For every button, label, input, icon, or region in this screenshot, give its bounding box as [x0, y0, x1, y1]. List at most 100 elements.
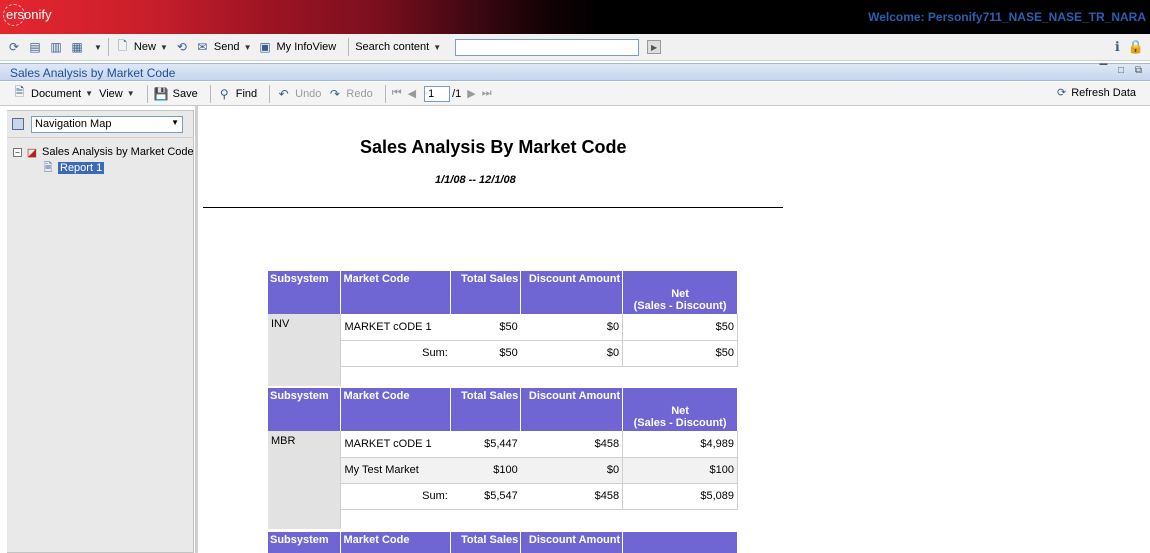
table-row: INV MARKET cODE 1 $50 $0 $50 — [268, 314, 738, 386]
search-input[interactable] — [455, 38, 640, 56]
infoview-icon: ▣ — [259, 40, 271, 54]
col-header-total-sales: Total Sales — [450, 532, 522, 553]
last-page-button[interactable]: ⏭ — [482, 87, 492, 100]
home-icon[interactable]: ⟳ — [6, 39, 22, 55]
net-cell: $100 — [622, 457, 738, 484]
chevron-down-icon: ▼ — [85, 89, 94, 98]
dashboard-dropdown-icon[interactable]: ▼ — [94, 43, 102, 52]
new-button-label: New — [133, 41, 156, 53]
report-canvas: Sales Analysis By Market Code 1/1/08 -- … — [198, 107, 1150, 553]
save-button[interactable]: 💾 Save — [154, 86, 198, 101]
save-icon: 💾 — [153, 86, 169, 101]
col-header-net-line2: (Sales - Discount) — [633, 300, 727, 312]
navigation-map-icon — [12, 118, 24, 130]
toolbar-divider — [146, 84, 148, 103]
toolbar-divider — [348, 38, 350, 56]
help-icon[interactable]: ℹ — [1115, 39, 1120, 55]
navigation-panel: Navigation Map ▼ − ◪ Sales Analysis by M… — [7, 110, 194, 553]
report-table-mbr: Subsystem Market Code Total Sales Discou… — [268, 388, 738, 529]
view-menu-label: View — [99, 87, 123, 100]
chevron-down-icon: ▼ — [433, 42, 442, 52]
dashboard-icon[interactable]: ▦ — [69, 39, 85, 55]
binoculars-icon: ⚲ — [219, 86, 229, 101]
tree-item-root[interactable]: − ◪ Sales Analysis by Market Code — [13, 144, 194, 160]
subsystem-cell: MBR — [268, 431, 341, 529]
next-page-button[interactable]: ▶ — [467, 87, 475, 100]
app-banner: ersonify Welcome: Personify711_NASE_NASE… — [0, 0, 1150, 34]
market-code-cell: MARKET cODE 1 — [340, 314, 451, 341]
navigation-map-select-value: Navigation Map — [35, 118, 112, 130]
col-header-net-line2: (Sales - Discount) — [633, 417, 727, 429]
group-spacer — [340, 509, 738, 529]
report-document-icon: ◪ — [26, 146, 38, 159]
undo-button-label: Undo — [295, 87, 322, 100]
send-icon: ✉ — [197, 40, 208, 54]
documents-icon[interactable]: ▤ — [27, 39, 43, 55]
report-table-inv: Subsystem Market Code Total Sales Discou… — [268, 271, 738, 386]
tree-item-report-1[interactable]: 🗎 Report 1 — [13, 160, 194, 176]
table-header-row: Subsystem Market Code Total Sales Discou… — [268, 271, 738, 314]
sum-total-sales: $5,547 — [450, 483, 521, 510]
table-header-row: Subsystem Market Code Total Sales Discou… — [268, 532, 738, 553]
page-number-input[interactable] — [424, 85, 451, 102]
net-cell: $4,989 — [622, 431, 738, 458]
new-button[interactable]: 🗋 New ▼ — [115, 39, 168, 55]
toolbar-divider — [209, 84, 211, 103]
tree-item-root-label: Sales Analysis by Market Code — [42, 146, 194, 158]
document-menu-label: Document — [31, 87, 82, 100]
redo-button[interactable]: ↷ Redo — [327, 86, 373, 101]
navigation-map-select[interactable]: Navigation Map ▼ — [31, 116, 183, 133]
welcome-text: Welcome: Personify711_NASE_NASE_TR_NARA — [868, 10, 1146, 24]
toolbar-divider — [269, 84, 271, 103]
toolbar-right-icons: ℹ 🔒 — [1115, 39, 1144, 55]
sum-net: $5,089 — [622, 483, 738, 510]
lock-icon[interactable]: 🔒 — [1128, 39, 1144, 55]
col-header-total-sales: Total Sales — [450, 388, 522, 431]
preferences-icon[interactable]: ▥ — [48, 39, 64, 55]
refresh-data-label: Refresh Data — [1071, 86, 1136, 99]
sum-label: Sum: — [340, 340, 451, 367]
refresh-icon[interactable]: ⟲ — [174, 39, 190, 55]
market-code-cell: MARKET cODE 1 — [340, 431, 451, 458]
chevron-down-icon: ▼ — [159, 42, 168, 52]
col-header-net: Net (Sales - Discount) — [622, 271, 738, 314]
toolbar-divider — [107, 38, 109, 56]
search-scope-dropdown[interactable]: Search content ▼ — [355, 41, 441, 53]
page-total: /1 — [452, 87, 462, 100]
net-cell: $50 — [622, 314, 738, 341]
find-button[interactable]: ⚲ Find — [217, 86, 257, 101]
col-header-discount: Discount Amount — [520, 532, 624, 553]
col-header-net — [622, 532, 738, 553]
sum-discount: $458 — [520, 483, 623, 510]
search-go-button[interactable]: ▶ — [647, 40, 662, 54]
refresh-data-button[interactable]: ⟳ Refresh Data — [1056, 86, 1136, 100]
document-title-bar: Sales Analysis by Market Code ▔ □ ⧉ — [0, 63, 1150, 81]
collapse-toggle-icon[interactable]: − — [13, 147, 22, 157]
tree-item-report-1-label: Report 1 — [58, 162, 105, 174]
undo-button[interactable]: ↶ Undo — [276, 86, 322, 101]
discount-cell: $0 — [520, 314, 623, 341]
first-page-button[interactable]: ⏮ — [392, 87, 402, 100]
my-infoview-label: My InfoView — [276, 41, 337, 53]
total-sales-cell: $5,447 — [450, 431, 521, 458]
window-controls[interactable]: ▔ □ ⧉ — [1100, 65, 1146, 76]
discount-cell: $0 — [520, 457, 623, 484]
send-button[interactable]: ✉ Send ▼ — [195, 40, 252, 55]
sum-label: Sum: — [340, 483, 451, 510]
report-divider — [203, 207, 783, 208]
document-menu-button[interactable]: 🗎 Document ▼ — [12, 85, 94, 101]
col-header-market-code: Market Code — [340, 532, 452, 553]
my-infoview-button[interactable]: ▣ My InfoView — [257, 40, 336, 55]
chevron-down-icon: ▼ — [243, 42, 252, 52]
personify-logo: ersonify — [6, 7, 52, 22]
chevron-down-icon: ▼ — [126, 89, 135, 98]
col-header-discount: Discount Amount — [520, 388, 624, 431]
report-table-next: Subsystem Market Code Total Sales Discou… — [268, 532, 738, 553]
previous-page-button[interactable]: ◀ — [408, 87, 416, 100]
sum-net: $50 — [622, 340, 738, 367]
report-page-icon: 🗎 — [43, 161, 53, 174]
refresh-icon: ⟳ — [1056, 87, 1067, 99]
view-menu-button[interactable]: View ▼ — [99, 88, 135, 100]
navigation-panel-header: Navigation Map ▼ — [7, 111, 194, 138]
search-scope-label: Search content — [355, 41, 430, 53]
